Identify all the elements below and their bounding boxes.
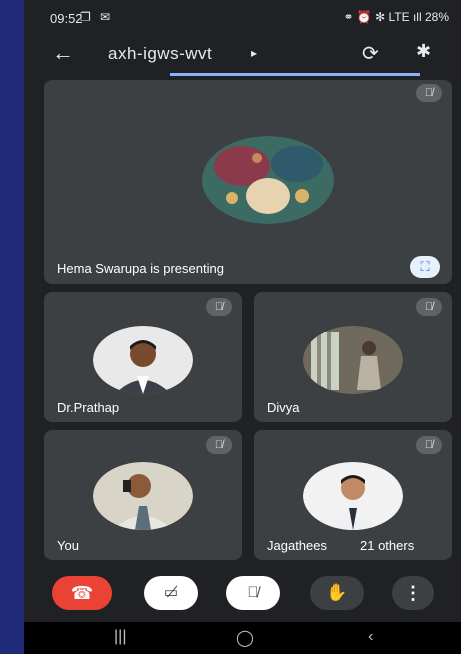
notification-icons: ❐ ✉ [80,10,114,24]
hand-icon: ✋ [326,583,348,602]
mic-off-icon: 🎙̸ [206,298,232,316]
camera-toggle-button[interactable]: ▭̸ [144,576,198,610]
camera-switch-icon[interactable]: ⟳ [362,41,379,66]
presenting-tile[interactable]: 🎙̸ Hema Swarupa is presenting ⛶ [44,80,452,284]
home-icon[interactable]: ◯ [236,628,254,648]
mic-off-icon: 🎙̸ [416,436,442,454]
avatar [93,326,193,394]
fullscreen-icon[interactable]: ⛶ [410,256,440,278]
mic-off-icon: 🎙̸ [247,584,259,601]
mic-toggle-button[interactable]: 🎙̸ [226,576,280,610]
participant-tile[interactable]: 🎙̸ You [44,430,242,560]
raise-hand-button[interactable]: ✋ [310,576,364,610]
back-arrow-icon[interactable]: ← [52,40,74,66]
meet-app-screen: 09:52 ❐ ✉ ⚭ ⏰ ✻ LTE ıll 28% ← axh-igws-w… [24,0,461,654]
mic-off-icon: 🎙̸ [206,436,232,454]
status-bar: 09:52 ❐ ✉ ⚭ ⏰ ✻ LTE ıll 28% [24,0,461,38]
tab-indicator [170,73,420,76]
nav-back-icon[interactable]: ‹ [368,628,373,646]
status-time: 09:52 [50,11,83,26]
phone-hangup-icon: ☎ [70,583,94,603]
app-bar: ← axh-igws-wvt ▸ ⟳ ✱ [24,38,461,72]
mic-off-icon: 🎙̸ [416,298,442,316]
meeting-code[interactable]: axh-igws-wvt [108,44,212,64]
more-vert-icon: ⋮ [404,583,422,603]
more-options-button[interactable]: ⋮ [392,576,434,610]
participant-tile[interactable]: 🎙̸ Dr.Prathap [44,292,242,422]
participant-tile[interactable]: 🎙̸ Divya [254,292,452,422]
call-controls: ☎ ▭̸ 🎙̸ ✋ ⋮ [24,570,461,620]
end-call-button[interactable]: ☎ [52,576,112,610]
bluetooth-icon[interactable]: ✱ [416,41,431,62]
participant-name: Jagathees [267,538,327,553]
avatar [303,326,403,394]
caret-right-icon[interactable]: ▸ [251,46,257,60]
system-nav-bar: ||| ◯ ‹ [24,622,461,654]
recent-apps-icon[interactable]: ||| [114,628,126,646]
mic-off-icon: 🎙̸ [416,84,442,102]
others-count-badge[interactable]: 21 others [350,534,425,557]
presenting-label: Hema Swarupa is presenting [57,261,224,276]
participant-name: Divya [267,400,300,415]
status-right-icons: ⚭ ⏰ ✻ LTE ıll 28% [343,10,449,24]
presenter-avatar [202,136,334,224]
avatar [303,462,403,530]
participant-tile[interactable]: 🎙̸ Jagathees 21 others [254,430,452,560]
avatar [93,462,193,530]
participant-name: You [57,538,79,553]
camera-off-icon: ▭̸ [163,584,179,601]
participant-name: Dr.Prathap [57,400,120,415]
